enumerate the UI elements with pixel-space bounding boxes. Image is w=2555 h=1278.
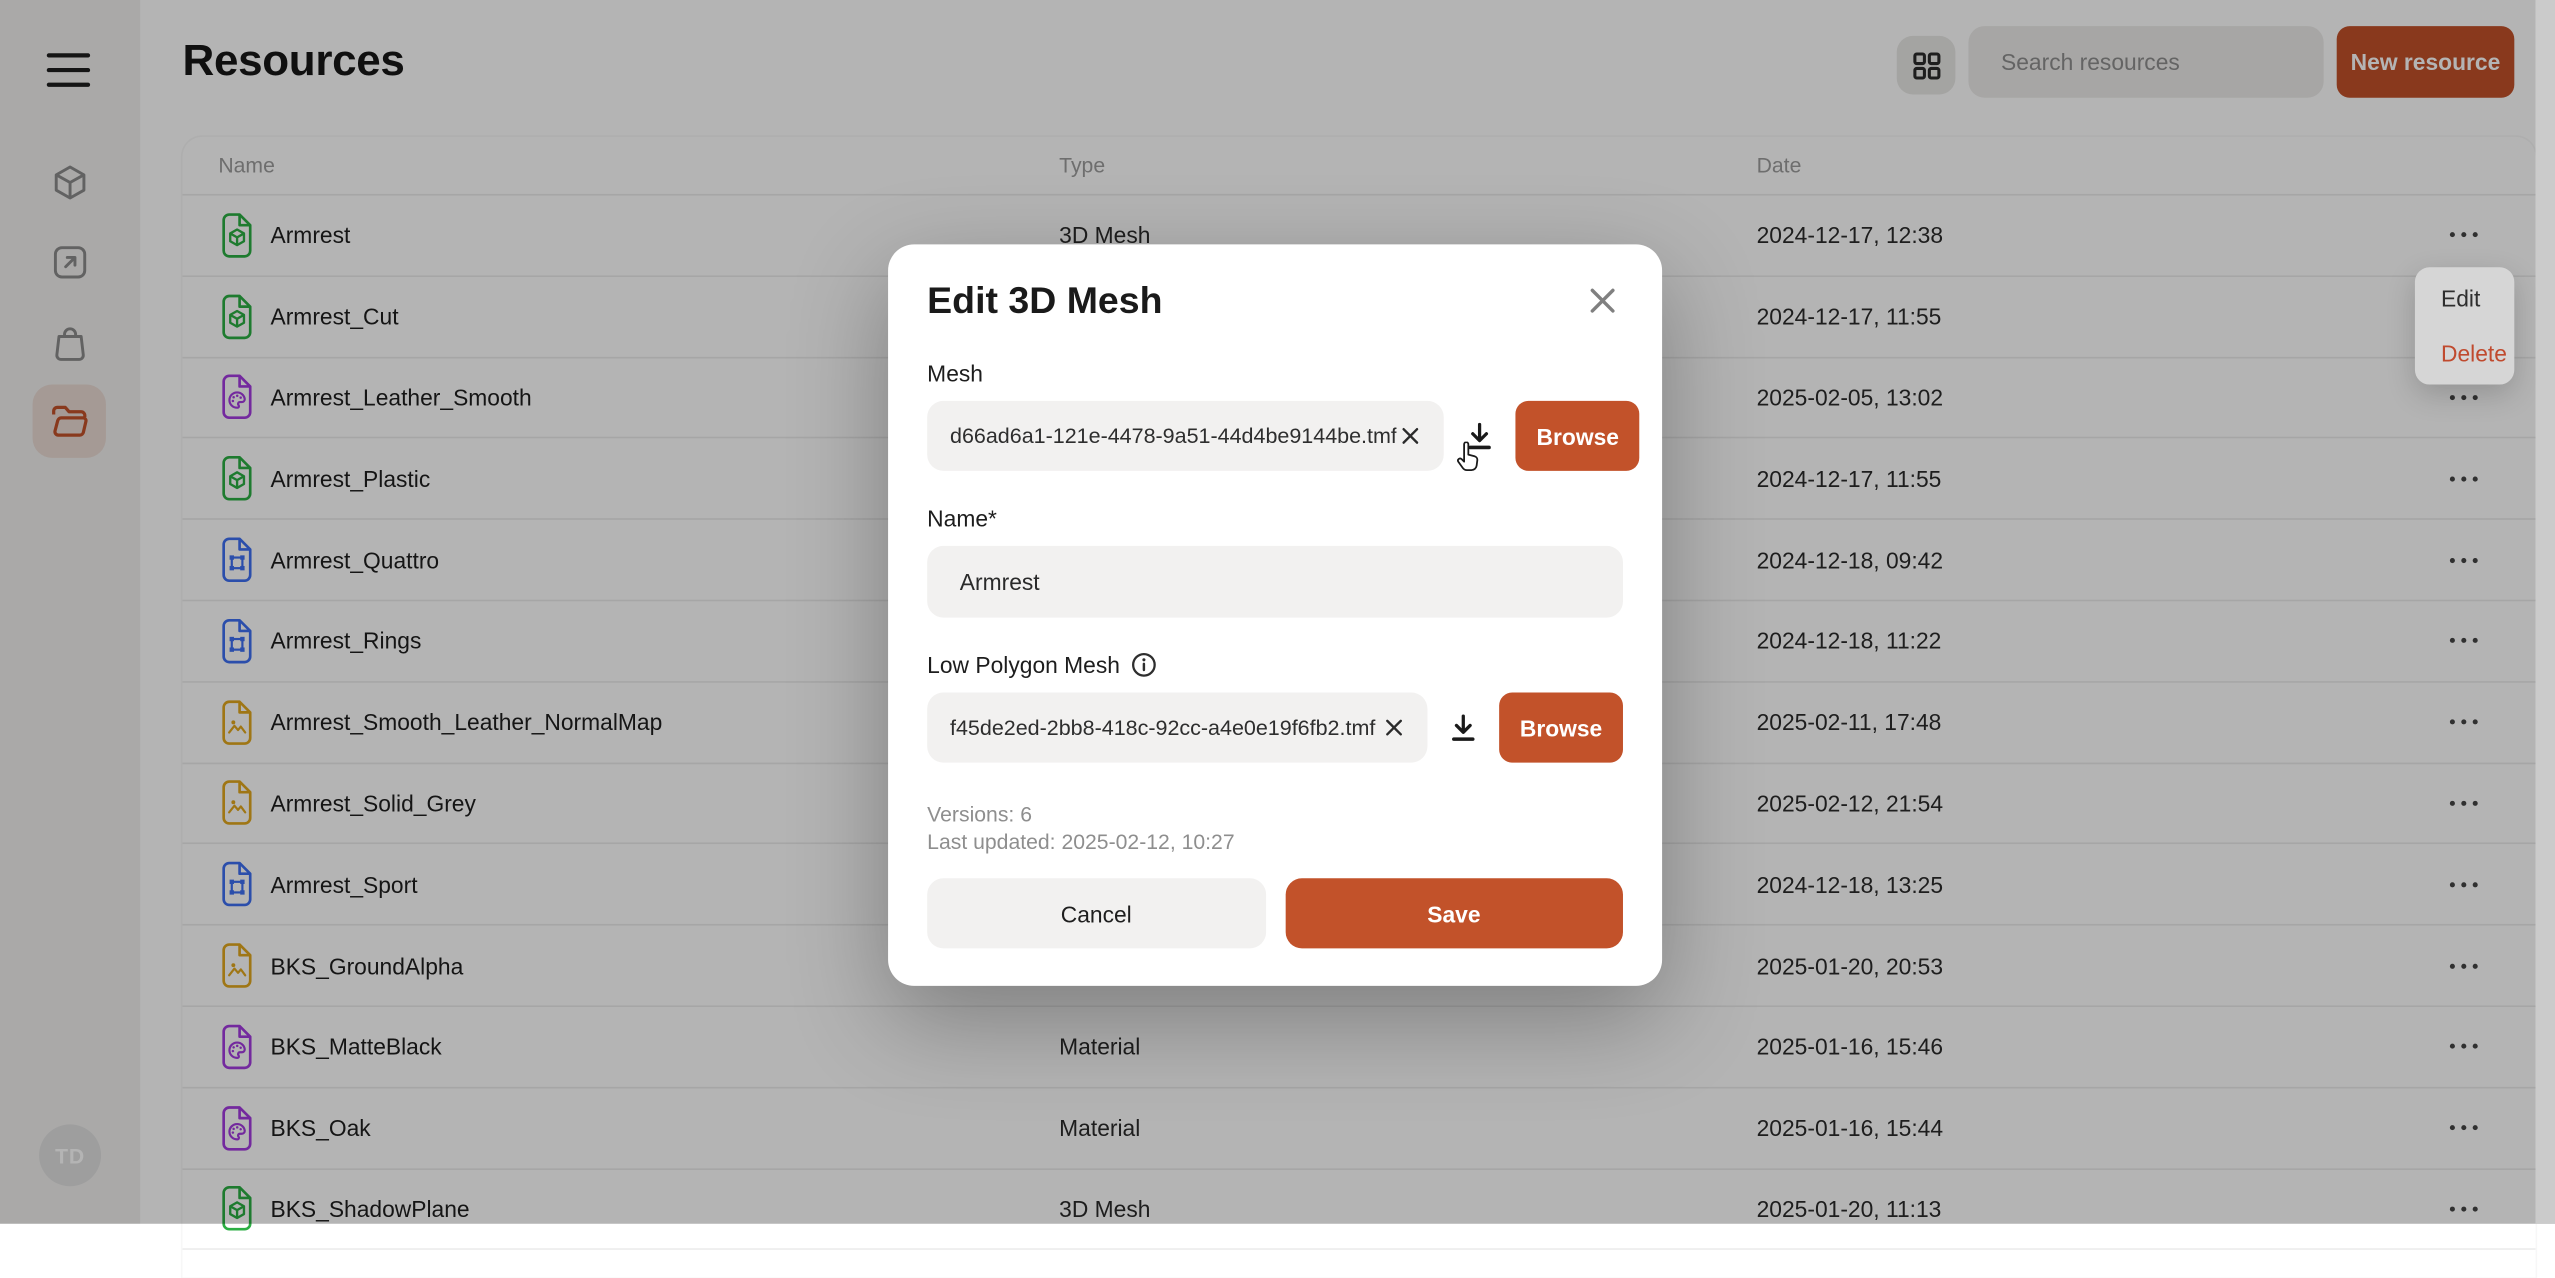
row-context-menu: Edit Delete — [2415, 267, 2514, 384]
mesh-filename: d66ad6a1-121e-4478-9a51-44d4be9144be.tmf — [950, 424, 1397, 448]
browse-mesh-button[interactable]: Browse — [1516, 401, 1640, 471]
versions-text: Versions: 6 — [927, 800, 1623, 828]
save-button[interactable]: Save — [1285, 878, 1623, 948]
scrollbar[interactable] — [2536, 0, 2555, 1224]
modal-title: Edit 3D Mesh — [927, 277, 1162, 323]
context-menu-delete[interactable]: Delete — [2415, 326, 2514, 381]
mesh-field-label: Mesh — [927, 358, 1623, 387]
app-root: TD Resources New resource Name Type Date… — [0, 0, 2555, 1224]
mesh-file-chip: d66ad6a1-121e-4478-9a51-44d4be9144be.tmf — [927, 401, 1444, 471]
edit-3d-mesh-modal: Edit 3D Mesh Mesh d66ad6a1-121e-4478-9a5… — [888, 244, 1662, 985]
low-poly-file-chip: f45de2ed-2bb8-418c-92cc-a4e0e19f6fb2.tmf — [927, 693, 1427, 763]
last-updated-text: Last updated: 2025-02-12, 10:27 — [927, 828, 1623, 856]
mesh-file-row: d66ad6a1-121e-4478-9a51-44d4be9144be.tmf… — [927, 401, 1623, 471]
low-poly-filename: f45de2ed-2bb8-418c-92cc-a4e0e19f6fb2.tmf — [950, 715, 1380, 739]
low-poly-field-label: Low Polygon Mesh — [927, 650, 1623, 679]
name-input[interactable] — [927, 546, 1623, 618]
low-poly-file-row: f45de2ed-2bb8-418c-92cc-a4e0e19f6fb2.tmf… — [927, 693, 1623, 763]
clear-mesh-file-icon[interactable] — [1397, 422, 1425, 450]
name-field-label: Name* — [927, 504, 1623, 533]
cancel-button[interactable]: Cancel — [927, 878, 1265, 948]
download-mesh-icon[interactable] — [1464, 420, 1497, 453]
browse-low-poly-button[interactable]: Browse — [1499, 693, 1623, 763]
download-low-poly-icon[interactable] — [1447, 711, 1480, 744]
context-menu-edit[interactable]: Edit — [2415, 270, 2514, 325]
clear-low-poly-file-icon[interactable] — [1380, 714, 1408, 742]
info-icon[interactable] — [1131, 652, 1157, 678]
close-icon[interactable] — [1582, 280, 1623, 326]
